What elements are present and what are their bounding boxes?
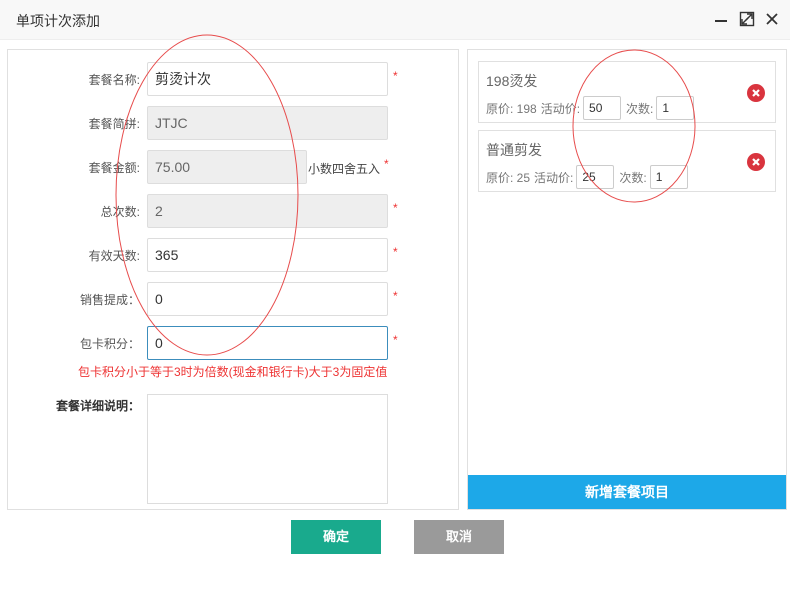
commission-label: 销售提成： xyxy=(79,292,140,307)
activity-price-input[interactable]: 50 xyxy=(583,96,622,120)
sales-commission-input[interactable]: 0 xyxy=(147,282,388,316)
required-mark: * xyxy=(393,69,398,83)
package-items-panel: 198烫发 原价: 198 活动价: 50 次数: 1 普通剪发 原价: 25 … xyxy=(467,49,787,510)
count-label: 次数: xyxy=(619,170,647,185)
points-label: 包卡积分： xyxy=(79,336,140,351)
package-amount-input: 75.00 xyxy=(147,150,307,184)
detail-label: 套餐详细说明： xyxy=(55,398,140,413)
close-icon[interactable] xyxy=(764,11,780,27)
abbr-label: 套餐简拼: xyxy=(88,116,140,131)
count-label: 次数: xyxy=(626,101,654,116)
name-label: 套餐名称: xyxy=(88,72,140,87)
dialog-title: 单项计次添加 xyxy=(16,13,100,29)
package-detail-textarea[interactable] xyxy=(147,394,388,504)
minimize-icon[interactable] xyxy=(713,11,729,27)
points-rule-note: 包卡积分小于等于3时为倍数(现金和银行卡)大于3为固定值 xyxy=(78,365,388,379)
total-label: 总次数: xyxy=(100,204,140,219)
delete-circle-icon[interactable] xyxy=(747,153,765,171)
required-mark: * xyxy=(393,289,398,303)
add-package-item-button[interactable]: 新增套餐项目 xyxy=(468,475,786,509)
item-price-row: 原价: 198 活动价: 50 次数: 1 xyxy=(486,96,697,120)
count-input[interactable]: 1 xyxy=(649,165,688,189)
item-name: 198烫发 xyxy=(486,73,538,89)
amount-label: 套餐金额: xyxy=(88,160,140,175)
card-points-input[interactable]: 0 xyxy=(147,326,388,360)
package-abbr-input: JTJC xyxy=(147,106,388,140)
required-mark: * xyxy=(393,245,398,259)
item-name: 普通剪发 xyxy=(486,142,542,158)
activity-price-label: 活动价: xyxy=(534,170,574,185)
required-mark: * xyxy=(384,157,389,171)
cancel-button[interactable]: 取消 xyxy=(414,520,504,554)
count-input[interactable]: 1 xyxy=(656,96,695,120)
confirm-button[interactable]: 确定 xyxy=(291,520,381,554)
activity-price-label: 活动价: xyxy=(540,101,581,116)
amount-rounding-hint: 小数四舍五入 xyxy=(308,162,381,176)
total-count-input: 2 xyxy=(147,194,388,228)
required-mark: * xyxy=(393,201,398,215)
package-item-card: 198烫发 原价: 198 活动价: 50 次数: 1 xyxy=(478,61,776,123)
original-price: 原价: 25 xyxy=(486,170,531,185)
required-mark: * xyxy=(393,333,398,347)
package-item-card: 普通剪发 原价: 25 活动价: 25 次数: 1 xyxy=(478,130,776,192)
dialog-titlebar: 单项计次添加 xyxy=(0,0,790,40)
item-price-row: 原价: 25 活动价: 25 次数: 1 xyxy=(486,165,691,189)
original-price: 原价: 198 xyxy=(486,101,537,116)
valid-days-input[interactable]: 365 xyxy=(147,238,388,272)
days-label: 有效天数: xyxy=(88,248,140,263)
package-name-input[interactable]: 剪烫计次 xyxy=(147,62,388,96)
delete-circle-icon[interactable] xyxy=(747,84,765,102)
maximize-icon[interactable] xyxy=(739,11,755,27)
activity-price-input[interactable]: 25 xyxy=(576,165,615,189)
package-form-panel: 套餐名称: 剪烫计次 * 套餐简拼: JTJC 套餐金额: 75.00 小数四舍… xyxy=(7,49,459,510)
